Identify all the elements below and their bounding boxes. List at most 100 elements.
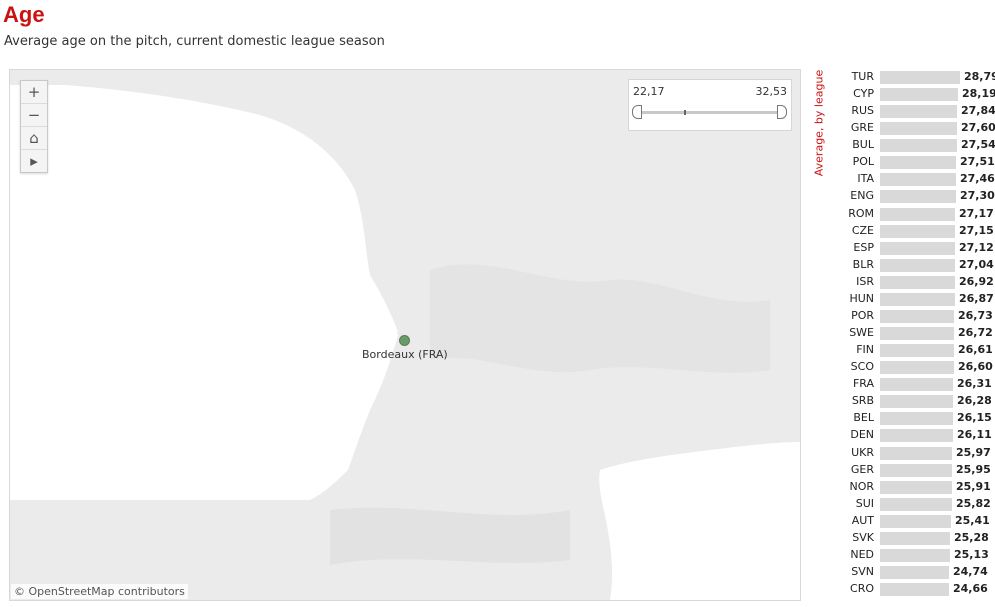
zoom-out-button[interactable]: − bbox=[21, 103, 47, 126]
bar[interactable] bbox=[880, 275, 955, 289]
bar-value-label: 26,28 bbox=[957, 394, 992, 408]
bar-category-label: ENG bbox=[850, 189, 874, 203]
bar-category-label: CRO bbox=[850, 582, 874, 596]
bar-value-label: 27,30 bbox=[960, 189, 995, 203]
zoom-in-button[interactable]: + bbox=[21, 81, 47, 103]
side-axis-label: Average, by league bbox=[811, 70, 827, 176]
bar[interactable] bbox=[880, 258, 955, 272]
bar[interactable] bbox=[880, 361, 954, 375]
bar[interactable] bbox=[880, 241, 955, 255]
bar-category-label: POL bbox=[852, 155, 874, 169]
home-icon: ⌂ bbox=[29, 129, 39, 147]
league-bar-chart: TUR 28,79 CYP 28,19 RUS 27,84 GRE 27,60 BUL 27,54… bbox=[830, 0, 995, 607]
bordeaux-map-point[interactable] bbox=[399, 335, 410, 346]
bar-value-label: 28,79 bbox=[964, 70, 995, 83]
filter-track[interactable] bbox=[638, 111, 782, 114]
age-range-filter[interactable]: 22,17 32,53 bbox=[628, 79, 792, 131]
filter-track-tick bbox=[684, 110, 686, 115]
bar[interactable] bbox=[880, 173, 956, 187]
bar[interactable] bbox=[880, 309, 954, 323]
bar[interactable] bbox=[880, 514, 951, 528]
bar-value-label: 25,95 bbox=[956, 462, 991, 476]
bar-category-label: SVK bbox=[852, 530, 874, 544]
bar-category-label: SWE bbox=[849, 326, 874, 340]
bar[interactable] bbox=[880, 531, 950, 545]
bar-category-label: CYP bbox=[853, 87, 874, 101]
bar-value-label: 24,74 bbox=[953, 565, 988, 579]
bar[interactable] bbox=[880, 378, 953, 392]
bar[interactable] bbox=[880, 156, 956, 170]
sea-mediterranean bbox=[599, 442, 800, 600]
bar[interactable] bbox=[880, 395, 953, 409]
bar-value-label: 26,11 bbox=[957, 428, 992, 442]
bar-value-label: 25,97 bbox=[956, 445, 991, 459]
bar[interactable] bbox=[880, 71, 960, 84]
filter-min-handle[interactable] bbox=[632, 105, 642, 119]
bar[interactable] bbox=[880, 88, 958, 102]
bar-category-label: ROM bbox=[848, 206, 874, 220]
bar-category-label: DEN bbox=[850, 428, 874, 442]
bar-value-label: 26,87 bbox=[959, 291, 994, 305]
bar[interactable] bbox=[880, 446, 952, 460]
bar-value-label: 25,41 bbox=[955, 513, 990, 527]
bar-category-label: GER bbox=[850, 462, 874, 476]
bar-category-label: TUR bbox=[851, 70, 874, 83]
bar-value-label: 27,84 bbox=[961, 104, 995, 118]
bar-category-label: HUN bbox=[849, 291, 874, 305]
bar-value-label: 28,19 bbox=[962, 87, 995, 101]
map-attribution: © OpenStreetMap contributors bbox=[11, 584, 188, 599]
home-button[interactable]: ⌂ bbox=[21, 126, 47, 149]
filter-max-handle[interactable] bbox=[777, 105, 787, 119]
filter-max-label: 32,53 bbox=[755, 85, 788, 98]
bar-value-label: 27,15 bbox=[959, 223, 994, 237]
bar[interactable] bbox=[880, 548, 950, 562]
bar-category-label: SVN bbox=[851, 565, 874, 579]
bar[interactable] bbox=[880, 480, 952, 494]
bar[interactable] bbox=[880, 463, 952, 477]
bar-category-label: ESP bbox=[853, 240, 874, 254]
minus-icon: − bbox=[27, 106, 41, 124]
bar-category-label: BLR bbox=[852, 257, 874, 271]
play-icon: ▸ bbox=[30, 152, 38, 170]
bar-category-label: POR bbox=[851, 308, 874, 322]
bar-category-label: GRE bbox=[850, 121, 874, 135]
bar-value-label: 25,91 bbox=[956, 479, 991, 493]
bar[interactable] bbox=[880, 327, 954, 341]
plus-icon: + bbox=[27, 83, 41, 101]
bar-category-label: SUI bbox=[855, 496, 874, 510]
bar-category-label: NOR bbox=[849, 479, 874, 493]
bar[interactable] bbox=[880, 429, 953, 443]
bar-value-label: 27,51 bbox=[960, 155, 995, 169]
bar[interactable] bbox=[880, 224, 955, 238]
bar-value-label: 26,60 bbox=[958, 360, 993, 374]
bar[interactable] bbox=[880, 344, 954, 358]
bar[interactable] bbox=[880, 292, 955, 306]
bar[interactable] bbox=[880, 583, 949, 597]
bar-value-label: 25,13 bbox=[954, 547, 989, 561]
bordeaux-point-label: Bordeaux (FRA) bbox=[362, 348, 448, 361]
expand-toolbar-button[interactable]: ▸ bbox=[21, 149, 47, 172]
bar-value-label: 24,66 bbox=[953, 582, 988, 596]
bar[interactable] bbox=[880, 122, 957, 136]
bar-value-label: 26,61 bbox=[958, 343, 993, 357]
bar-value-label: 27,54 bbox=[961, 138, 995, 152]
bar-value-label: 27,46 bbox=[960, 172, 995, 186]
bar[interactable] bbox=[880, 207, 955, 221]
bar-category-label: AUT bbox=[851, 513, 874, 527]
map-view[interactable]: + − ⌂ ▸ 22,17 32,53 Bordeaux (FRA) © Ope… bbox=[9, 69, 801, 601]
bar-value-label: 26,72 bbox=[958, 326, 993, 340]
bar-category-label: BEL bbox=[853, 411, 874, 425]
bar[interactable] bbox=[880, 497, 952, 511]
bar[interactable] bbox=[880, 566, 949, 580]
bar[interactable] bbox=[880, 139, 957, 153]
bar[interactable] bbox=[880, 412, 953, 426]
bar-value-label: 25,28 bbox=[954, 530, 989, 544]
map-toolbar: + − ⌂ ▸ bbox=[20, 80, 48, 173]
bar[interactable] bbox=[880, 105, 957, 119]
bar-category-label: NED bbox=[850, 547, 874, 561]
filter-min-label: 22,17 bbox=[633, 85, 665, 98]
bar-category-label: RUS bbox=[851, 104, 874, 118]
bar-category-label: FRA bbox=[852, 377, 874, 391]
bar-category-label: UKR bbox=[851, 445, 874, 459]
bar[interactable] bbox=[880, 190, 956, 204]
